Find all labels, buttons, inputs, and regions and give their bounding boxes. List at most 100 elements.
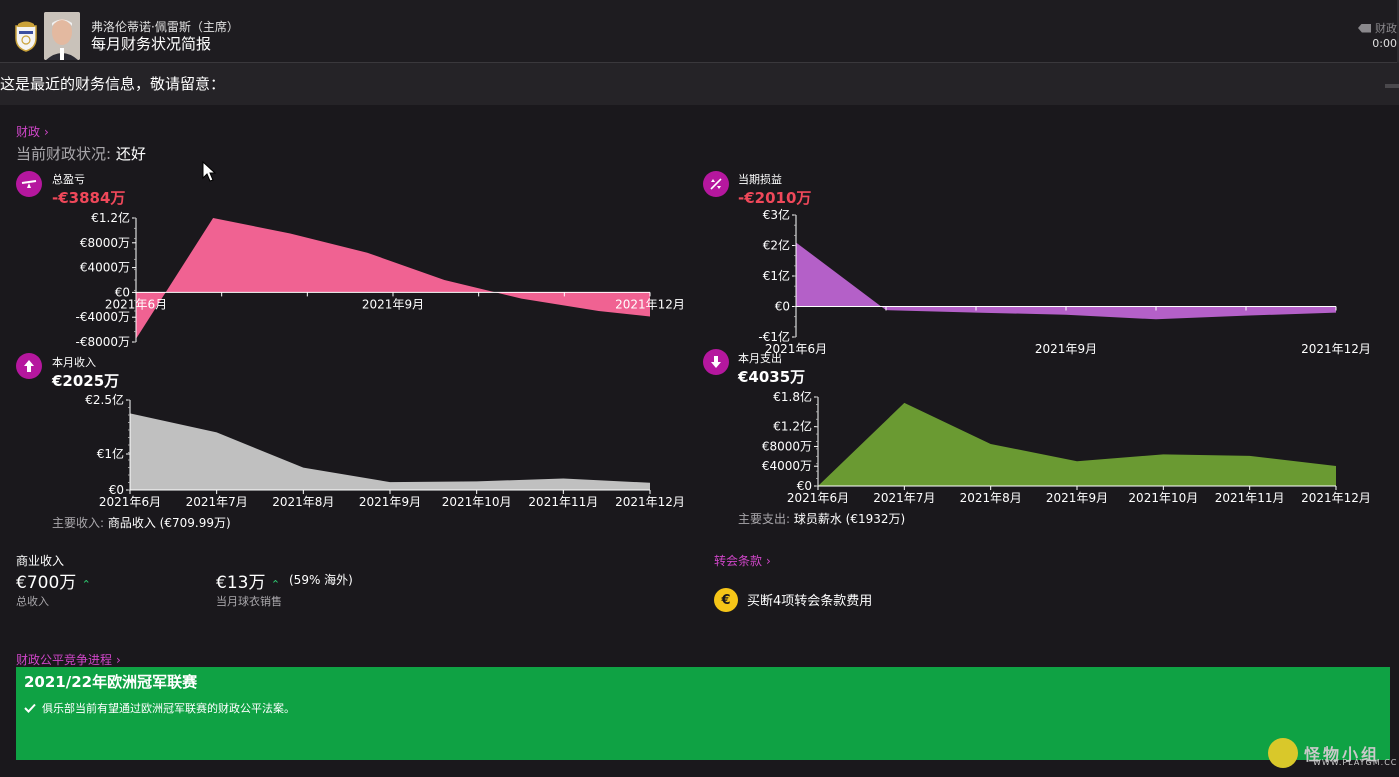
finance-status: 当前财政状况: 还好 bbox=[16, 143, 146, 164]
message-category: 财政 bbox=[1358, 20, 1397, 36]
main-income-value: 商品收入 (€709.99万) bbox=[107, 516, 231, 530]
y-tick-label: €4000万 bbox=[762, 459, 812, 473]
tag-icon bbox=[1358, 23, 1371, 33]
ffp-link-label: 财政公平竞争进程 bbox=[16, 653, 113, 667]
chart-area-monthly_income bbox=[130, 413, 650, 490]
x-tick-label: 2021年6月 bbox=[765, 342, 827, 356]
y-tick-label: €3亿 bbox=[763, 207, 790, 222]
commercial-title: 商业收入 bbox=[16, 554, 65, 568]
avatar[interactable] bbox=[44, 12, 80, 60]
y-tick-label: €0 bbox=[775, 300, 790, 314]
euro-coin-icon: € bbox=[714, 588, 738, 612]
y-tick-label: €1.2亿 bbox=[91, 210, 130, 225]
x-tick-label: 2021年12月 bbox=[615, 495, 685, 509]
shirt-sales-overseas-pct: (59% 海外) bbox=[289, 573, 353, 587]
chart-area-total_profit bbox=[136, 218, 650, 339]
x-tick-label: 2021年6月 bbox=[105, 297, 167, 311]
monthly-income-label: 本月收入 bbox=[52, 356, 96, 369]
x-tick-label: 2021年6月 bbox=[99, 495, 161, 509]
transfer-clauses-link[interactable]: 转会条款 › bbox=[714, 552, 771, 569]
chart-area-monthly_expense bbox=[818, 402, 1336, 486]
y-tick-label: €2.5亿 bbox=[85, 392, 124, 407]
scale-icon bbox=[16, 171, 42, 197]
chevron-right-icon: › bbox=[116, 652, 121, 667]
monthly-income-value: €2025万 bbox=[52, 372, 120, 390]
x-tick-label: 2021年8月 bbox=[960, 491, 1022, 505]
commercial-total-label: 总收入 bbox=[16, 595, 49, 608]
x-tick-label: 2021年12月 bbox=[615, 297, 685, 311]
watermark-sun-icon bbox=[1268, 738, 1298, 768]
ffp-competition-title: 2021/22年欧洲冠军联赛 bbox=[24, 673, 198, 691]
x-tick-label: 2021年6月 bbox=[787, 491, 849, 505]
transfer-clause-text: 买断4项转会条款费用 bbox=[747, 594, 873, 609]
y-tick-label: €1亿 bbox=[763, 268, 790, 283]
finance-link-label: 财政 bbox=[16, 125, 41, 139]
chevron-right-icon: › bbox=[44, 124, 49, 139]
checkmark-icon bbox=[24, 703, 36, 713]
y-tick-label: €2亿 bbox=[763, 238, 790, 253]
main-expense-value: 球员薪水 (€1932万) bbox=[793, 512, 906, 526]
mouse-cursor-icon bbox=[202, 160, 217, 187]
president-portrait-icon bbox=[44, 12, 80, 60]
x-tick-label: 2021年8月 bbox=[272, 495, 334, 509]
total-profit-label: 总盈亏 bbox=[52, 173, 85, 186]
trend-up-icon: ⌃ bbox=[270, 578, 281, 591]
shirt-sales-label: 当月球衣销售 bbox=[216, 595, 282, 608]
club-crest-icon bbox=[15, 21, 37, 52]
ffp-status-box: 2021/22年欧洲冠军联赛 俱乐部当前有望通过欧洲冠军联赛的财政公平法案。 bbox=[16, 667, 1390, 760]
commercial-total-value: €700万 ⌃ bbox=[16, 568, 91, 593]
y-tick-label: €8000万 bbox=[80, 236, 130, 250]
percent-icon bbox=[703, 171, 729, 197]
x-tick-label: 2021年9月 bbox=[1046, 491, 1108, 505]
message-time: 0:00 bbox=[1372, 37, 1397, 50]
main-expense-note: 主要支出: 球员薪水 (€1932万) bbox=[738, 510, 905, 527]
x-tick-label: 2021年12月 bbox=[1301, 491, 1371, 505]
trend-up-icon: ⌃ bbox=[81, 578, 91, 591]
main-income-label: 主要收入: bbox=[52, 516, 108, 530]
monthly-expense-chart[interactable]: €1.8亿€1.2亿€8000万€4000万€02021年6月 2021年7月 20… bbox=[700, 388, 1399, 513]
x-tick-label: 2021年11月 bbox=[1215, 491, 1285, 505]
x-tick-label: 2021年7月 bbox=[186, 495, 248, 509]
y-tick-label: €1.2亿 bbox=[773, 419, 812, 434]
main-income-note: 主要收入: 商品收入 (€709.99万) bbox=[52, 514, 231, 531]
ffp-link[interactable]: 财政公平竞争进程 › bbox=[16, 651, 121, 668]
x-tick-label: 2021年11月 bbox=[528, 495, 598, 509]
finance-link[interactable]: 财政 › bbox=[16, 123, 49, 140]
arrow-down-icon bbox=[703, 349, 729, 375]
ffp-message: 俱乐部当前有望通过欧洲冠军联赛的财政公平法案。 bbox=[42, 702, 295, 715]
commercial-total-amount: €700万 bbox=[16, 573, 77, 593]
x-tick-label: 2021年9月 bbox=[362, 297, 424, 311]
ffp-message-row: 俱乐部当前有望通过欧洲冠军联赛的财政公平法案。 bbox=[24, 700, 295, 716]
x-tick-label: 2021年10月 bbox=[1128, 491, 1198, 505]
scrollbar-thumb[interactable] bbox=[1385, 84, 1399, 88]
watermark-url: WWW.PLAYGM.CC bbox=[1313, 758, 1398, 767]
y-tick-label: €8000万 bbox=[762, 439, 812, 453]
y-tick-label: €4000万 bbox=[80, 261, 130, 275]
shirt-sales-value: €13万 ⌃ bbox=[216, 568, 280, 593]
main-expense-label: 主要支出: bbox=[738, 512, 794, 526]
status-value: 还好 bbox=[115, 145, 146, 163]
intro-text: 这是最近的财务信息，敬请留意： bbox=[0, 75, 226, 93]
period-profit-label: 当期损益 bbox=[738, 173, 782, 186]
x-tick-label: 2021年9月 bbox=[359, 495, 421, 509]
period-profit-chart[interactable]: €3亿€2亿€1亿€0-€1亿2021年6月 2021年9月 2021年12月 bbox=[700, 205, 1399, 356]
transfer-clauses-label: 转会条款 bbox=[714, 554, 763, 568]
message-subject: 每月财务状况简报 bbox=[91, 35, 212, 53]
monthly-expense-value: €4035万 bbox=[738, 368, 806, 386]
x-tick-label: 2021年9月 bbox=[1035, 342, 1097, 356]
y-tick-label: €1亿 bbox=[97, 446, 124, 461]
category-label: 财政 bbox=[1375, 22, 1397, 35]
shirt-sales-amount: €13万 bbox=[216, 573, 266, 593]
y-tick-label: -€8000万 bbox=[75, 335, 130, 349]
arrow-up-icon bbox=[16, 353, 42, 379]
x-tick-label: 2021年10月 bbox=[442, 495, 512, 509]
chevron-right-icon: › bbox=[766, 553, 771, 568]
message-header: 弗洛伦蒂诺·佩雷斯（主席） 每月财务状况简报 财政 0:00 bbox=[0, 0, 1399, 63]
status-label: 当前财政状况: bbox=[16, 145, 116, 163]
x-tick-label: 2021年12月 bbox=[1301, 342, 1371, 356]
y-tick-label: €1.8亿 bbox=[773, 389, 812, 404]
x-tick-label: 2021年7月 bbox=[873, 491, 935, 505]
total-profit-chart[interactable]: €1.2亿€8000万€4000万€0-€4000万-€8000万2021年6月… bbox=[0, 205, 700, 355]
y-tick-label: -€4000万 bbox=[75, 310, 130, 324]
monthly-income-chart[interactable]: €2.5亿€1亿€02021年6月 2021年7月 2021年8月 2021年9月 20… bbox=[0, 390, 700, 515]
